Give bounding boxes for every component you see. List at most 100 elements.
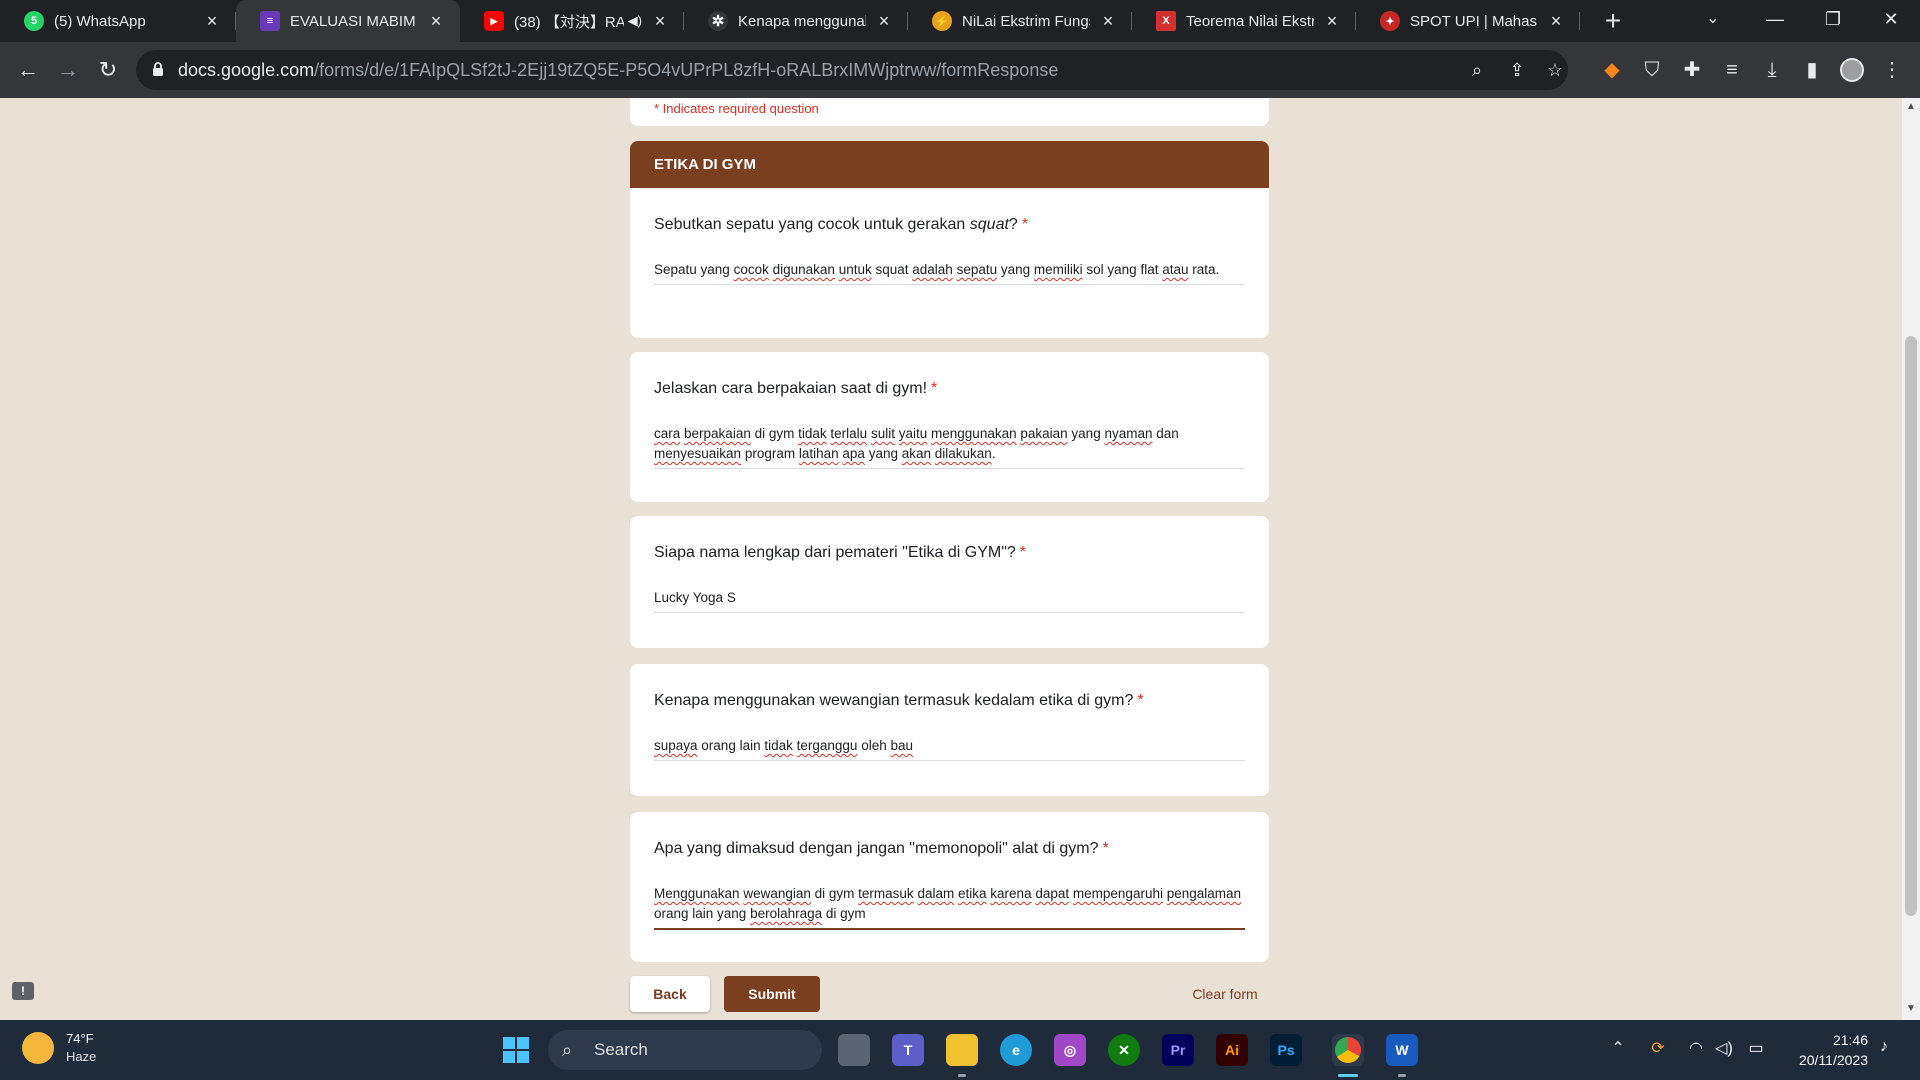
close-icon[interactable]: × xyxy=(650,11,670,32)
minimize-button[interactable]: — xyxy=(1746,0,1804,42)
notification-bell-icon[interactable]: ♪ xyxy=(1872,1038,1896,1056)
section-title: ETIKA DI GYM xyxy=(630,141,1269,188)
tab-search-chevron-icon[interactable]: ⌄ xyxy=(1706,8,1719,28)
illustrator-icon[interactable]: Ai xyxy=(1216,1034,1248,1066)
scrollbar-thumb[interactable] xyxy=(1905,336,1917,916)
clear-form-button[interactable]: Clear form xyxy=(1180,976,1270,1012)
tab-teorema-nilai[interactable]: X Teorema Nilai Ekstrim × xyxy=(1132,0,1356,42)
clock-time: 21:46 xyxy=(1832,1032,1868,1048)
edge-icon[interactable]: e xyxy=(1000,1034,1032,1066)
tab-title: Teorema Nilai Ekstrim xyxy=(1186,12,1314,30)
file-explorer-icon[interactable] xyxy=(946,1034,978,1066)
close-icon[interactable]: × xyxy=(426,11,446,32)
required-asterisk: * xyxy=(1019,544,1026,561)
windows-start-icon[interactable] xyxy=(500,1034,532,1066)
required-asterisk: * xyxy=(1102,840,1109,857)
forward-arrow-icon[interactable]: → xyxy=(54,56,82,84)
feedback-icon[interactable]: ! xyxy=(12,982,34,1000)
taskbar-search-label: Search xyxy=(594,1040,648,1059)
close-icon[interactable]: × xyxy=(1546,11,1566,32)
tab-title: NiLai Ekstrim Fungsi xyxy=(962,12,1090,30)
tab-title: Kenapa menggunakan xyxy=(738,12,866,30)
youtube-icon: ▶ xyxy=(484,11,504,31)
address-bar[interactable]: docs.google.com/forms/d/e/1FAIpQLSf2tJ-2… xyxy=(136,50,1568,90)
system-clock[interactable]: 21:46 20/11/2023 xyxy=(1784,1030,1868,1070)
wifi-icon[interactable]: ◠ xyxy=(1684,1038,1708,1058)
tab-nilai-ekstrim[interactable]: ⚡ NiLai Ekstrim Fungsi × xyxy=(908,0,1132,42)
google-forms-icon: ≡ xyxy=(260,11,280,31)
new-tab-button[interactable]: + xyxy=(1596,4,1630,38)
openai-icon: ✲ xyxy=(708,11,728,31)
tab-chatgpt[interactable]: ✲ Kenapa menggunakan × xyxy=(684,0,908,42)
submit-button[interactable]: Submit xyxy=(724,976,820,1012)
weather-condition: Haze xyxy=(66,1049,97,1064)
page-viewport: * Indicates required question ETIKA DI G… xyxy=(0,98,1902,1020)
page-scrollbar[interactable]: ▲ ▼ xyxy=(1902,98,1920,1020)
close-icon[interactable]: × xyxy=(1322,11,1342,32)
scroll-up-arrow-icon[interactable]: ▲ xyxy=(1906,102,1916,112)
sync-icon[interactable]: ⟳ xyxy=(1646,1038,1670,1058)
question-title: Kenapa menggunakan wewangian termasuk ke… xyxy=(654,692,1144,709)
teams-icon[interactable]: T xyxy=(892,1034,924,1066)
download-icon[interactable]: ⤓ xyxy=(1758,56,1786,84)
required-asterisk: * xyxy=(1137,692,1144,709)
answer-field[interactable]: Menggunakan wewangian di gym termasuk da… xyxy=(654,884,1245,930)
speaker-icon[interactable]: ◀) xyxy=(628,13,642,29)
media-control-icon[interactable]: ≡ xyxy=(1718,56,1746,84)
required-asterisk: * xyxy=(931,380,938,397)
close-icon[interactable]: × xyxy=(1098,11,1118,32)
task-view-icon[interactable] xyxy=(838,1034,870,1066)
tab-title: SPOT UPI | Mahasiswa xyxy=(1410,12,1538,30)
photoshop-icon[interactable]: Ps xyxy=(1270,1034,1302,1066)
chrome-icon[interactable] xyxy=(1332,1034,1364,1066)
close-icon[interactable]: × xyxy=(202,11,222,32)
battery-icon[interactable]: ▭ xyxy=(1744,1038,1768,1058)
answer-field[interactable]: Lucky Yoga S xyxy=(654,588,1245,613)
tab-spot-upi[interactable]: ✦ SPOT UPI | Mahasiswa × xyxy=(1356,0,1580,42)
x-logo-icon: X xyxy=(1156,11,1176,31)
whatsapp-icon: 5 xyxy=(24,11,44,31)
site-icon: ⚡ xyxy=(932,11,952,31)
side-panel-icon[interactable]: ▮ xyxy=(1798,56,1826,84)
bookmark-star-icon[interactable]: ☆ xyxy=(1544,59,1566,81)
taskbar-search[interactable]: ⌕ Search xyxy=(548,1030,822,1070)
windows-taskbar: 74°F Haze ⌕ Search T e ◎ ✕ Pr Ai Ps W ⌃ … xyxy=(0,1020,1920,1080)
volume-icon[interactable]: ◁) xyxy=(1712,1038,1736,1058)
close-icon[interactable]: × xyxy=(874,11,894,32)
app-icon[interactable]: ◎ xyxy=(1054,1034,1086,1066)
question-title: Sebutkan sepatu yang cocok untuk gerakan… xyxy=(654,216,1029,233)
tab-youtube[interactable]: ▶ (38) 【対決】RADWIMPS ◀) × xyxy=(460,0,684,42)
shield-extension-icon[interactable]: ⛉ xyxy=(1638,56,1666,84)
metamask-icon[interactable]: ◆ xyxy=(1598,56,1626,84)
extensions-puzzle-icon[interactable]: ✚ xyxy=(1678,56,1706,84)
answer-field[interactable]: Sepatu yang cocok digunakan untuk squat … xyxy=(654,260,1245,285)
show-hidden-icons-chevron-icon[interactable]: ⌃ xyxy=(1606,1038,1630,1058)
restore-button[interactable]: ❐ xyxy=(1804,0,1862,42)
answer-field[interactable]: supaya orang lain tidak terganggu oleh b… xyxy=(654,736,1245,761)
required-asterisk: * xyxy=(1021,216,1029,233)
weather-widget[interactable]: 74°F Haze xyxy=(22,1030,96,1066)
profile-avatar[interactable] xyxy=(1838,56,1866,84)
close-window-button[interactable]: ✕ xyxy=(1862,0,1920,42)
back-button[interactable]: Back xyxy=(630,976,710,1012)
back-arrow-icon[interactable]: ← xyxy=(14,56,42,84)
zoom-icon[interactable]: ⌕ xyxy=(1466,59,1488,81)
upi-logo-icon: ✦ xyxy=(1380,11,1400,31)
reload-icon[interactable]: ↻ xyxy=(94,56,122,84)
question-card: Apa yang dimaksud dengan jangan "memonop… xyxy=(630,812,1269,962)
search-icon: ⌕ xyxy=(562,1040,573,1060)
tab-evaluasi-mabim[interactable]: ≡ EVALUASI MABIM IBA × xyxy=(236,0,460,42)
menu-kebab-icon[interactable]: ⋮ xyxy=(1878,56,1906,84)
scroll-down-arrow-icon[interactable]: ▼ xyxy=(1906,1004,1916,1014)
share-icon[interactable]: ⇪ xyxy=(1506,59,1528,81)
premiere-pro-icon[interactable]: Pr xyxy=(1162,1034,1194,1066)
xbox-icon[interactable]: ✕ xyxy=(1108,1034,1140,1066)
answer-field[interactable]: cara berpakaian di gym tidak terlalu sul… xyxy=(654,424,1245,469)
word-icon[interactable]: W xyxy=(1386,1034,1418,1066)
tab-whatsapp[interactable]: 5 (5) WhatsApp × xyxy=(0,0,236,42)
tab-title: (5) WhatsApp xyxy=(54,12,146,30)
question-title: Siapa nama lengkap dari pemateri "Etika … xyxy=(654,544,1026,561)
lock-icon xyxy=(153,62,163,76)
form-header-card: * Indicates required question xyxy=(630,98,1269,126)
weather-temperature: 74°F xyxy=(66,1031,94,1046)
